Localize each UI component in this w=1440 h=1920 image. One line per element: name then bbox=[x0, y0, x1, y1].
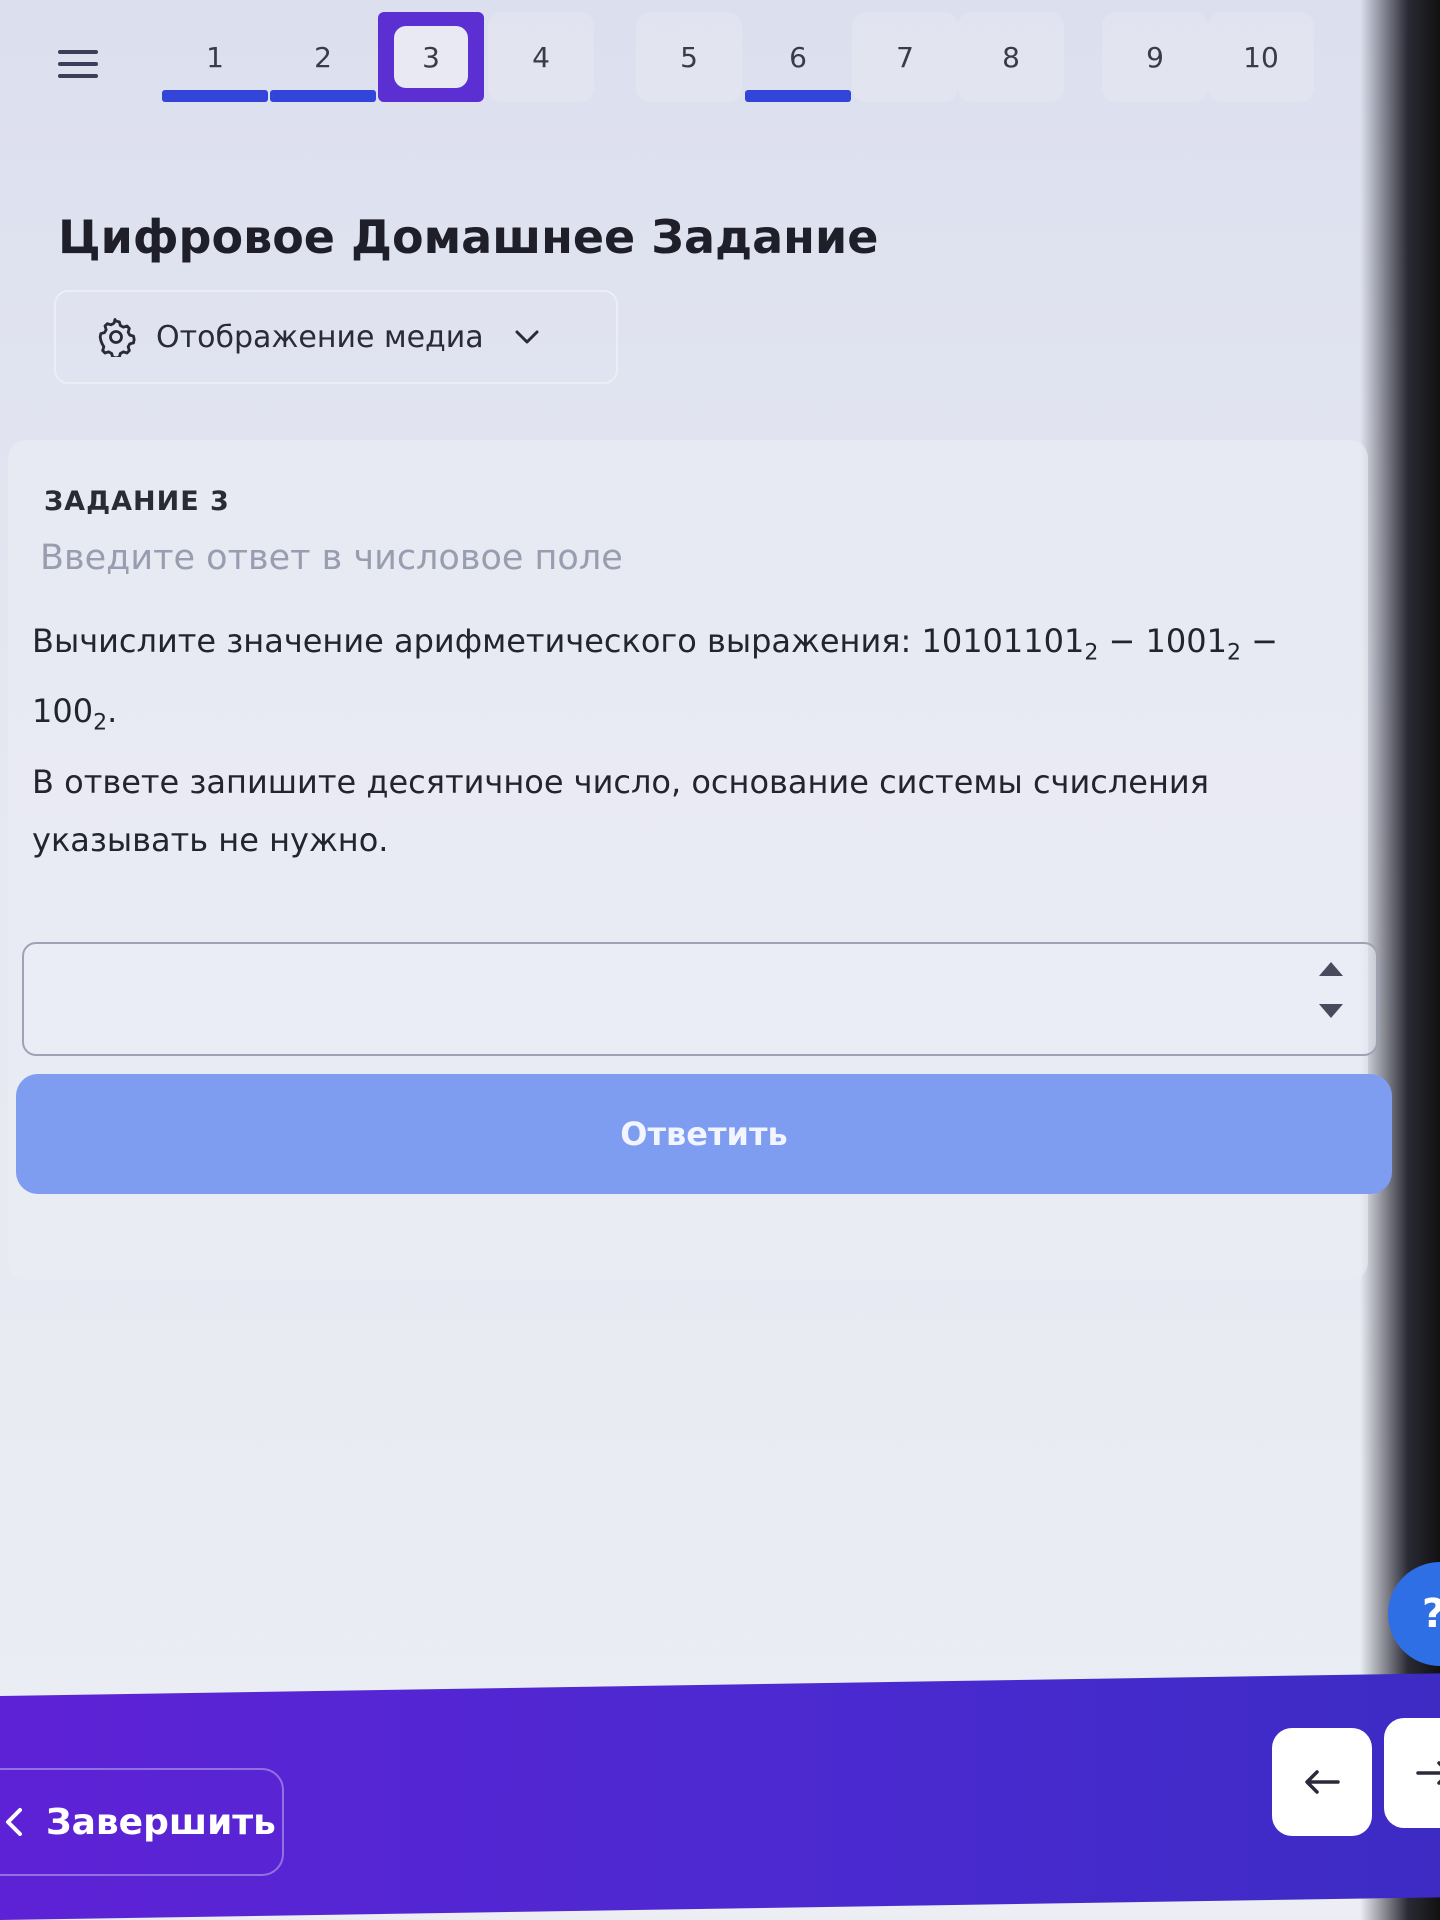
tab-label: 6 bbox=[789, 40, 807, 74]
decrement-icon[interactable] bbox=[1319, 1004, 1343, 1018]
minus-sign: − bbox=[1240, 622, 1278, 660]
task-hint: Введите ответ в числовое поле bbox=[40, 538, 623, 578]
tab-label: 8 bbox=[1002, 40, 1020, 74]
task-question: Вычислите значение арифметического выраж… bbox=[32, 612, 1352, 869]
tab-task-1[interactable]: 1 bbox=[162, 12, 268, 102]
tab-label: 4 bbox=[532, 40, 550, 74]
operand-2: 1001 bbox=[1145, 622, 1227, 660]
question-instructions: В ответе запишите десятичное число, осно… bbox=[32, 762, 1209, 859]
page-title: Цифровое Домашнее Задание bbox=[58, 210, 879, 264]
tab-task-6[interactable]: 6 bbox=[745, 12, 851, 102]
base-subscript: 2 bbox=[93, 710, 108, 736]
tab-task-8[interactable]: 8 bbox=[958, 12, 1064, 102]
tab-label: 2 bbox=[314, 40, 332, 74]
media-display-label: Отображение медиа bbox=[156, 319, 484, 355]
tab-label: 9 bbox=[1146, 40, 1164, 74]
help-icon: ? bbox=[1422, 1591, 1440, 1637]
tab-task-5[interactable]: 5 bbox=[636, 12, 742, 102]
number-stepper[interactable] bbox=[1316, 962, 1346, 1018]
arrow-right-icon bbox=[1416, 1761, 1440, 1785]
operand-1: 10101101 bbox=[921, 622, 1085, 660]
finish-label: Завершить bbox=[46, 1801, 276, 1843]
increment-icon[interactable] bbox=[1319, 962, 1343, 976]
previous-task-button[interactable] bbox=[1272, 1728, 1372, 1836]
operand-3: 100 bbox=[32, 692, 94, 731]
gear-icon bbox=[98, 318, 136, 357]
tab-label: 1 bbox=[206, 40, 224, 74]
tab-label: 3 bbox=[422, 40, 440, 74]
tab-label: 7 bbox=[896, 40, 914, 74]
menu-icon[interactable] bbox=[58, 50, 98, 78]
answer-number-field[interactable] bbox=[22, 942, 1378, 1056]
tab-label: 5 bbox=[680, 40, 698, 74]
media-display-dropdown[interactable]: Отображение медиа bbox=[54, 290, 618, 384]
chevron-left-icon bbox=[6, 1808, 22, 1836]
tab-task-2[interactable]: 2 bbox=[270, 12, 376, 102]
tab-task-7[interactable]: 7 bbox=[852, 12, 958, 102]
chevron-down-icon bbox=[515, 330, 539, 344]
submit-answer-button[interactable]: Ответить bbox=[16, 1074, 1392, 1194]
finish-button[interactable]: Завершить bbox=[0, 1768, 284, 1876]
arrow-left-icon bbox=[1305, 1770, 1340, 1794]
period: . bbox=[107, 692, 118, 731]
tab-task-10[interactable]: 10 bbox=[1208, 12, 1314, 102]
tab-task-9[interactable]: 9 bbox=[1102, 12, 1208, 102]
question-prefix: Вычислите значение арифметического выраж… bbox=[32, 622, 922, 660]
next-task-button[interactable] bbox=[1384, 1718, 1440, 1828]
base-subscript: 2 bbox=[1084, 640, 1099, 666]
header-card: Цифровое Домашнее Задание Отображение ме… bbox=[30, 150, 1360, 400]
tab-task-3[interactable]: 3 bbox=[378, 12, 484, 102]
tab-task-4[interactable]: 4 bbox=[488, 12, 594, 102]
minus-sign: − bbox=[1098, 622, 1146, 660]
tab-label: 10 bbox=[1243, 40, 1279, 74]
task-number: ЗАДАНИЕ 3 bbox=[44, 486, 230, 517]
base-subscript: 2 bbox=[1226, 640, 1241, 666]
task-navigation: 1 2 3 4 5 6 7 8 9 10 bbox=[0, 0, 1360, 120]
